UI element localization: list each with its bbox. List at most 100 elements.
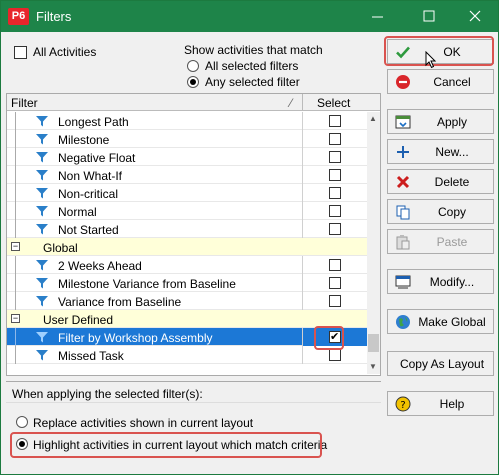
copy-as-layout-button[interactable]: Copy As Layout: [387, 351, 494, 376]
filter-row-workshop-assembly[interactable]: Filter by Workshop Assembly: [7, 328, 367, 346]
filter-row-milestone-variance[interactable]: Milestone Variance from Baseline: [7, 274, 367, 292]
select-checkbox[interactable]: [329, 115, 341, 127]
modify-icon: [395, 275, 411, 289]
filter-name: Negative Float: [58, 151, 136, 165]
select-cell: [302, 130, 367, 148]
select-checkbox[interactable]: [329, 295, 341, 307]
funnel-icon: [36, 350, 48, 361]
all-selected-filters-label: All selected filters: [205, 59, 299, 73]
tree-line: [15, 130, 16, 148]
close-button[interactable]: [452, 1, 498, 32]
scroll-thumb[interactable]: [368, 334, 379, 352]
filters-dialog: P6 Filters All Activities Show activitie…: [0, 0, 499, 475]
select-checkbox[interactable]: [329, 133, 341, 145]
all-selected-filters-radio[interactable]: [187, 60, 199, 72]
tree-line: [15, 148, 16, 166]
modify-button[interactable]: Modify...: [387, 269, 494, 294]
filter-name: Not Started: [58, 223, 119, 237]
filter-rows: Longest Path Milestone Negative Float No…: [7, 112, 367, 364]
select-cell: [302, 202, 367, 220]
filter-name: Non-critical: [58, 187, 119, 201]
tree-line: [15, 202, 16, 220]
copy-icon: [396, 205, 410, 220]
paste-button[interactable]: Paste: [387, 229, 494, 254]
select-cell: [302, 112, 367, 130]
select-cell: [302, 166, 367, 184]
filter-row-variance-from-baseline[interactable]: Variance from Baseline: [7, 292, 367, 310]
delete-x-icon: [396, 175, 410, 189]
column-resize-mark: ⁄: [290, 96, 293, 110]
new-button[interactable]: New...: [387, 139, 494, 164]
group-row-user-defined[interactable]: − User Defined: [7, 310, 367, 328]
svg-text:?: ?: [400, 400, 405, 411]
filter-row-missed-task[interactable]: Missed Task: [7, 346, 367, 364]
ok-button-annotation: [384, 36, 494, 66]
select-checkbox[interactable]: [329, 169, 341, 181]
close-icon: [469, 10, 481, 22]
select-checkbox[interactable]: [329, 187, 341, 199]
maximize-button[interactable]: [406, 1, 452, 32]
group-row-global[interactable]: − Global: [7, 238, 367, 256]
filter-name: Longest Path: [58, 115, 129, 129]
all-activities-label: All Activities: [33, 45, 97, 59]
select-checkbox[interactable]: [329, 151, 341, 163]
copy-button[interactable]: Copy: [387, 199, 494, 224]
filter-name: Missed Task: [58, 349, 124, 363]
copy-label: Copy: [437, 205, 466, 219]
any-selected-filter-radio[interactable]: [187, 76, 199, 88]
funnel-icon: [36, 188, 48, 199]
collapse-toggle-icon[interactable]: −: [11, 242, 20, 251]
minimize-button[interactable]: [355, 1, 401, 32]
select-column-header[interactable]: Select: [317, 96, 350, 110]
filter-row-negative-float[interactable]: Negative Float: [7, 148, 367, 166]
apply-options-heading: When applying the selected filter(s):: [12, 387, 203, 401]
match-options-area: All Activities Show activities that matc…: [6, 38, 381, 94]
collapse-toggle-icon[interactable]: −: [11, 314, 20, 323]
delete-button[interactable]: Delete: [387, 169, 494, 194]
apply-button[interactable]: Apply: [387, 109, 494, 134]
help-button[interactable]: ? Help: [387, 391, 494, 416]
scroll-up-icon[interactable]: ▲: [369, 114, 377, 123]
filter-row-longest-path[interactable]: Longest Path: [7, 112, 367, 130]
header-separator: [302, 94, 303, 111]
select-checkbox[interactable]: [329, 223, 341, 235]
select-checkbox[interactable]: [329, 205, 341, 217]
filter-row-normal[interactable]: Normal: [7, 202, 367, 220]
filter-row-milestone[interactable]: Milestone: [7, 130, 367, 148]
title-bar: P6 Filters: [1, 1, 498, 32]
group-name: Global: [43, 241, 78, 255]
match-heading: Show activities that match: [184, 43, 323, 57]
filter-row-not-started[interactable]: Not Started: [7, 220, 367, 238]
funnel-icon: [36, 296, 48, 307]
filter-row-non-what-if[interactable]: Non What-If: [7, 166, 367, 184]
tree-line: [15, 274, 16, 292]
select-cell: [302, 184, 367, 202]
grid-vertical-scrollbar[interactable]: ▲ ▼: [367, 112, 380, 374]
all-activities-checkbox[interactable]: [14, 46, 27, 59]
funnel-icon: [36, 170, 48, 181]
scroll-down-icon[interactable]: ▼: [369, 362, 377, 371]
any-selected-filter-label: Any selected filter: [205, 75, 300, 89]
tree-line: [15, 220, 16, 238]
filter-row-non-critical[interactable]: Non-critical: [7, 184, 367, 202]
cancel-button[interactable]: Cancel: [387, 69, 494, 94]
select-checkbox[interactable]: [329, 349, 341, 361]
select-checkbox[interactable]: [329, 277, 341, 289]
funnel-icon: [36, 224, 48, 235]
apply-label: Apply: [436, 115, 468, 129]
filter-row-2-weeks-ahead[interactable]: 2 Weeks Ahead: [7, 256, 367, 274]
tree-line: [15, 256, 16, 274]
filter-column-header[interactable]: Filter: [11, 96, 38, 110]
replace-activities-label: Replace activities shown in current layo…: [33, 416, 254, 430]
select-checkbox[interactable]: [329, 259, 341, 271]
filter-name: Variance from Baseline: [58, 295, 182, 309]
paste-label: Paste: [436, 235, 468, 249]
make-global-button[interactable]: Make Global: [387, 309, 494, 334]
replace-activities-radio[interactable]: [16, 416, 28, 428]
minimize-icon: [372, 16, 383, 18]
funnel-icon: [36, 260, 48, 271]
tree-line: [15, 166, 16, 184]
funnel-icon: [36, 278, 48, 289]
filter-name: Milestone: [58, 133, 110, 147]
funnel-icon: [36, 116, 48, 127]
